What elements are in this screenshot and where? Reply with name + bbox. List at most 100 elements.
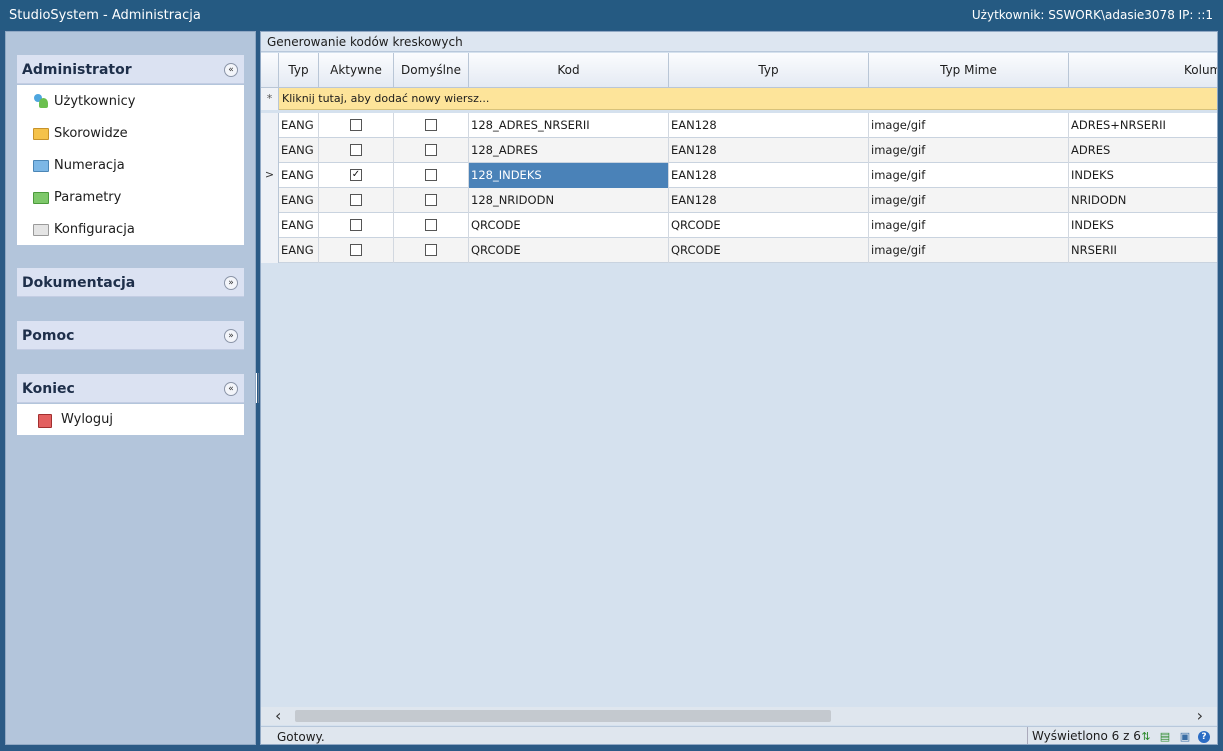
checkbox[interactable] [350, 144, 362, 156]
help-icon[interactable]: ? [1198, 731, 1210, 743]
sidebar-item-label: Wyloguj [61, 412, 113, 427]
table-cell-kolumna[interactable]: NRSERII [1069, 238, 1217, 263]
table-row[interactable]: EANG QRCODE QRCODE image/gif NRSERII [261, 238, 1217, 263]
table-cell-typ2[interactable]: EAN128 [669, 188, 869, 213]
collapse-icon[interactable]: « [224, 382, 238, 396]
table-cell-kod[interactable]: 128_INDEKS [469, 163, 669, 188]
table-cell-typ[interactable]: EANG [279, 238, 319, 263]
table-cell-kod[interactable]: 128_NRIDODN [469, 188, 669, 213]
table-cell-mime[interactable]: image/gif [869, 213, 1069, 238]
refresh-icon[interactable]: ⇅ [1140, 731, 1152, 743]
table-cell-kod[interactable]: QRCODE [469, 213, 669, 238]
checkbox[interactable] [425, 219, 437, 231]
checkbox[interactable] [425, 169, 437, 181]
table-cell-kod[interactable]: 128_ADRES_NRSERII [469, 113, 669, 138]
sidebar-item-indexes[interactable]: Skorowidze [17, 117, 244, 149]
table-row[interactable]: EANG 128_NRIDODN EAN128 image/gif NRIDODN [261, 188, 1217, 213]
table-cell-typ[interactable]: EANG [279, 138, 319, 163]
row-header[interactable] [261, 213, 279, 238]
table-cell-kolumna[interactable]: INDEKS [1069, 163, 1217, 188]
table-cell-typ2[interactable]: QRCODE [669, 213, 869, 238]
splitter-handle[interactable] [256, 373, 259, 403]
print-icon[interactable]: ▣ [1179, 731, 1191, 743]
table-cell-kolumna[interactable]: INDEKS [1069, 213, 1217, 238]
checkbox[interactable] [425, 144, 437, 156]
column-header-typ[interactable]: Typ [279, 53, 319, 88]
export-icon[interactable]: ▤ [1159, 731, 1171, 743]
table-cell-kolumna[interactable]: ADRES [1069, 138, 1217, 163]
table-cell-aktywne[interactable] [319, 213, 394, 238]
table-cell-kod[interactable]: QRCODE [469, 238, 669, 263]
table-cell-typ2[interactable]: EAN128 [669, 163, 869, 188]
checkbox[interactable] [425, 244, 437, 256]
table-cell-mime[interactable]: image/gif [869, 238, 1069, 263]
panel-header-end[interactable]: Koniec « [17, 374, 244, 403]
table-cell-kolumna[interactable]: ADRES+NRSERII [1069, 113, 1217, 138]
column-header-domyslne[interactable]: Domyślne [394, 53, 469, 88]
sidebar: Administrator « Użytkownicy Skorowidze N… [5, 31, 256, 745]
table-cell-typ2[interactable]: EAN128 [669, 138, 869, 163]
checkbox[interactable]: ✓ [350, 169, 362, 181]
table-cell-aktywne[interactable] [319, 113, 394, 138]
table-cell-aktywne[interactable] [319, 238, 394, 263]
table-cell-aktywne[interactable] [319, 138, 394, 163]
checkbox[interactable] [425, 194, 437, 206]
logout-button[interactable]: Wyloguj [17, 404, 244, 435]
row-header[interactable] [261, 138, 279, 163]
panel-body-end: Wyloguj [17, 404, 244, 435]
row-header[interactable] [261, 188, 279, 213]
sidebar-item-users[interactable]: Użytkownicy [17, 85, 244, 117]
table-cell-mime[interactable]: image/gif [869, 138, 1069, 163]
collapse-icon[interactable]: « [224, 63, 238, 77]
table-row[interactable]: > EANG ✓ 128_INDEKS EAN128 image/gif INDEKS [261, 163, 1217, 188]
table-cell-domyslne[interactable] [394, 163, 469, 188]
row-header[interactable] [261, 238, 279, 263]
table-cell-typ[interactable]: EANG [279, 213, 319, 238]
table-cell-typ[interactable]: EANG [279, 163, 319, 188]
table-cell-kod[interactable]: 128_ADRES [469, 138, 669, 163]
panel-header-documentation[interactable]: Dokumentacja » [17, 268, 244, 297]
expand-icon[interactable]: » [224, 276, 238, 290]
table-row[interactable]: EANG 128_ADRES_NRSERII EAN128 image/gif ADRE… [261, 113, 1217, 138]
table-row[interactable]: EANG 128_ADRES EAN128 image/gif ADRES [261, 138, 1217, 163]
expand-icon[interactable]: » [224, 329, 238, 343]
table-cell-kolumna[interactable]: NRIDODN [1069, 188, 1217, 213]
table-cell-domyslne[interactable] [394, 188, 469, 213]
table-cell-domyslne[interactable] [394, 113, 469, 138]
table-cell-typ2[interactable]: QRCODE [669, 238, 869, 263]
row-header[interactable]: > [261, 163, 279, 188]
column-header-kolumna[interactable]: Kolum [1069, 53, 1217, 88]
row-header[interactable] [261, 113, 279, 138]
table-cell-mime[interactable]: image/gif [869, 188, 1069, 213]
table-cell-domyslne[interactable] [394, 238, 469, 263]
table-cell-aktywne[interactable] [319, 188, 394, 213]
sidebar-item-numbering[interactable]: Numeracja [17, 149, 244, 181]
sidebar-item-configuration[interactable]: Konfiguracja [17, 213, 244, 245]
scroll-left-icon[interactable]: ‹ [275, 707, 281, 725]
column-header-typ-2[interactable]: Typ [669, 53, 869, 88]
column-header-kod[interactable]: Kod [469, 53, 669, 88]
table-cell-mime[interactable]: image/gif [869, 113, 1069, 138]
table-cell-typ[interactable]: EANG [279, 113, 319, 138]
column-header-aktywne[interactable]: Aktywne [319, 53, 394, 88]
table-cell-typ2[interactable]: EAN128 [669, 113, 869, 138]
checkbox[interactable] [350, 244, 362, 256]
sidebar-item-parameters[interactable]: Parametry [17, 181, 244, 213]
table-cell-domyslne[interactable] [394, 213, 469, 238]
horizontal-scrollbar[interactable]: ‹ › [261, 707, 1217, 725]
table-row[interactable]: EANG QRCODE QRCODE image/gif INDEKS [261, 213, 1217, 238]
checkbox[interactable] [350, 119, 362, 131]
checkbox[interactable] [425, 119, 437, 131]
table-cell-typ[interactable]: EANG [279, 188, 319, 213]
table-cell-mime[interactable]: image/gif [869, 163, 1069, 188]
panel-header-help[interactable]: Pomoc » [17, 321, 244, 350]
table-cell-domyslne[interactable] [394, 138, 469, 163]
add-new-row[interactable]: * Kliknij tutaj, aby dodać nowy wiersz..… [261, 88, 1217, 110]
panel-header-administrator[interactable]: Administrator « [17, 55, 244, 84]
table-cell-aktywne[interactable]: ✓ [319, 163, 394, 188]
scroll-thumb[interactable] [295, 710, 831, 722]
checkbox[interactable] [350, 219, 362, 231]
column-header-typ-mime[interactable]: Typ Mime [869, 53, 1069, 88]
checkbox[interactable] [350, 194, 362, 206]
scroll-right-icon[interactable]: › [1197, 707, 1203, 725]
